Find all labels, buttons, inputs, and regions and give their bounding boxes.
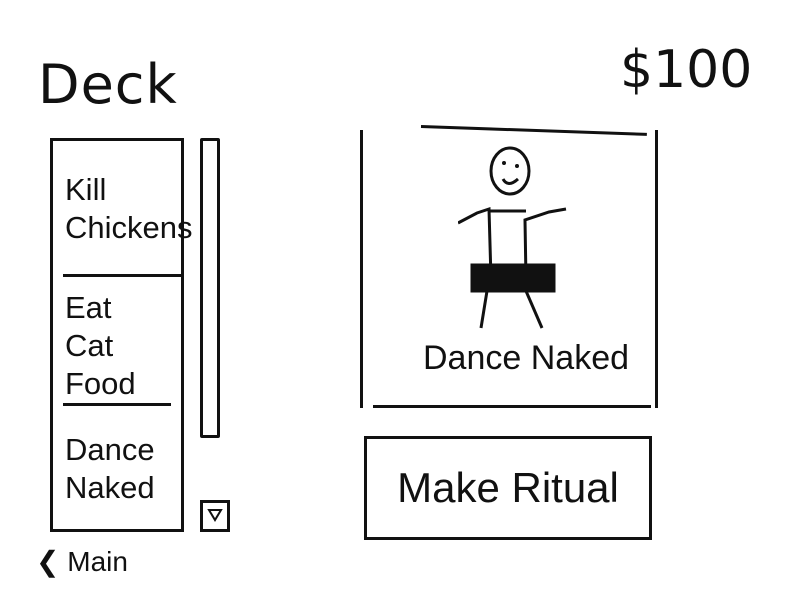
chevron-left-icon: ❮ [36, 546, 60, 577]
deck-scrollbar[interactable] [194, 138, 230, 532]
scroll-down-button[interactable] [200, 500, 230, 532]
page-title: Deck [38, 53, 178, 116]
back-label: Main [67, 546, 128, 577]
make-ritual-button[interactable]: Make Ritual [364, 436, 652, 540]
deck-list: Kill Chickens Eat Cat Food Dance Naked [50, 138, 193, 532]
selected-card: Dance Naked [360, 130, 658, 408]
deck-item-label: Kill Chickens [65, 172, 193, 245]
card-caption: Dance Naked [423, 339, 630, 377]
deck-item-separator [63, 403, 171, 406]
deck-item-eat-cat-food[interactable]: Eat Cat Food [65, 289, 181, 401]
back-to-main-link[interactable]: ❮ Main [36, 548, 128, 576]
deck-item-kill-chickens[interactable]: Kill Chickens [65, 171, 193, 269]
deck-item-dance-naked[interactable]: Dance Naked [65, 431, 181, 515]
money-display: $100 [620, 40, 753, 100]
dancing-figure-icon [457, 140, 578, 330]
scroll-track[interactable] [200, 138, 220, 438]
deck-item-label: Dance Naked [65, 432, 155, 505]
deck-item-separator [63, 274, 181, 277]
deck-item-label: Eat Cat Food [65, 290, 136, 401]
triangle-down-icon [207, 506, 223, 527]
